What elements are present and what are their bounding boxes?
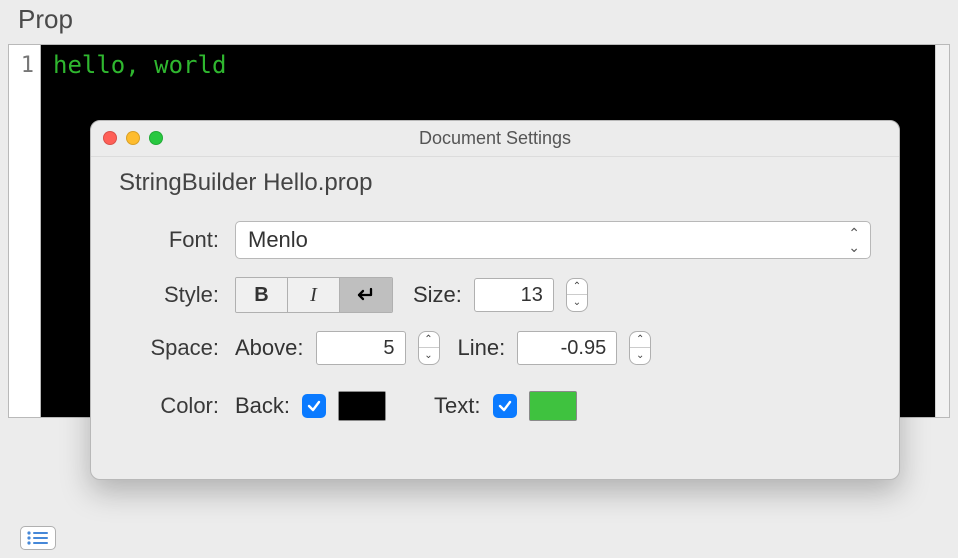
check-icon xyxy=(497,398,513,414)
wrap-toggle[interactable] xyxy=(340,278,392,312)
chevron-down-icon: ⌄ xyxy=(630,348,650,364)
close-window-button[interactable] xyxy=(103,131,117,145)
color-label: Color: xyxy=(131,393,223,419)
above-field[interactable]: 5 xyxy=(316,331,406,365)
space-row: Space: Above: 5 ⌃ ⌄ Line: -0.95 ⌃ ⌄ xyxy=(131,331,871,365)
font-row: Font: Menlo ⌃⌄ xyxy=(131,221,871,259)
back-checkbox[interactable] xyxy=(302,394,326,418)
outline-toggle-button[interactable] xyxy=(20,526,56,550)
document-tab-label[interactable]: Prop xyxy=(18,4,73,35)
text-label: Text: xyxy=(434,393,480,419)
line-number-gutter: 1 xyxy=(9,45,41,417)
size-stepper[interactable]: ⌃ ⌄ xyxy=(566,278,588,312)
list-icon xyxy=(27,531,49,545)
color-row: Color: Back: Text: xyxy=(131,391,871,421)
style-row: Style: B I Size: 13 ⌃ ⌄ xyxy=(131,277,871,313)
dialog-titlebar[interactable]: Document Settings xyxy=(91,121,899,157)
dialog-subtitle: StringBuilder Hello.prop xyxy=(91,157,899,203)
zoom-window-button[interactable] xyxy=(149,131,163,145)
space-label: Space: xyxy=(131,335,223,361)
line-label: Line: xyxy=(458,335,506,361)
above-label: Above: xyxy=(235,335,304,361)
size-field[interactable]: 13 xyxy=(474,278,554,312)
bold-toggle[interactable]: B xyxy=(236,278,288,312)
chevron-updown-icon: ⌃⌄ xyxy=(848,226,860,254)
check-icon xyxy=(306,398,322,414)
font-label: Font: xyxy=(131,227,223,253)
chevron-up-icon: ⌃ xyxy=(567,279,587,295)
font-value: Menlo xyxy=(248,227,308,253)
return-icon xyxy=(355,286,377,304)
font-combobox[interactable]: Menlo ⌃⌄ xyxy=(235,221,871,259)
above-stepper[interactable]: ⌃ ⌄ xyxy=(418,331,440,365)
chevron-down-icon: ⌄ xyxy=(567,295,587,311)
document-settings-dialog: Document Settings StringBuilder Hello.pr… xyxy=(90,120,900,480)
traffic-lights xyxy=(103,131,163,145)
bold-icon: B xyxy=(254,284,268,307)
chevron-up-icon: ⌃ xyxy=(419,332,439,348)
vertical-scrollbar[interactable] xyxy=(935,45,949,417)
back-swatch-fill xyxy=(339,392,385,420)
text-color-swatch[interactable] xyxy=(529,391,577,421)
style-segmented-control: B I xyxy=(235,277,393,313)
back-color-swatch[interactable] xyxy=(338,391,386,421)
settings-form: Font: Menlo ⌃⌄ Style: B I xyxy=(91,221,899,421)
app-window: Prop 1 hello, world Document Settings St xyxy=(0,0,958,558)
size-label: Size: xyxy=(413,282,462,308)
italic-toggle[interactable]: I xyxy=(288,278,340,312)
chevron-up-icon: ⌃ xyxy=(630,332,650,348)
line-number: 1 xyxy=(9,53,34,78)
text-swatch-fill xyxy=(530,392,576,420)
minimize-window-button[interactable] xyxy=(126,131,140,145)
line-field[interactable]: -0.95 xyxy=(517,331,617,365)
style-label: Style: xyxy=(131,282,223,308)
chevron-down-icon: ⌄ xyxy=(419,348,439,364)
text-checkbox[interactable] xyxy=(493,394,517,418)
line-stepper[interactable]: ⌃ ⌄ xyxy=(629,331,651,365)
dialog-title: Document Settings xyxy=(419,128,571,149)
italic-icon: I xyxy=(310,284,317,307)
back-label: Back: xyxy=(235,393,290,419)
